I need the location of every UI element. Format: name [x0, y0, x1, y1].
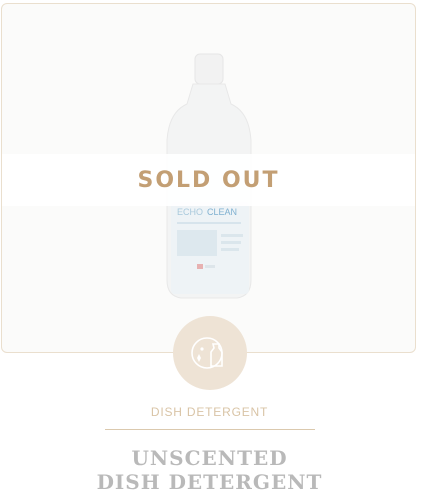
bottle-brand-clean: CLEAN	[207, 207, 237, 217]
bottle-brand: ECHO	[177, 207, 203, 217]
divider	[105, 429, 315, 430]
product-title-line-2: DISH DETERGENT	[96, 470, 323, 494]
product-title-line-1: UNSCENTED	[131, 446, 288, 470]
product-title[interactable]: UNSCENTED DISH DETERGENT	[0, 446, 419, 494]
category-badge	[173, 316, 247, 390]
product-card[interactable]: ECHO CLEAN SOLD OUT	[1, 3, 416, 353]
sold-out-banner: SOLD OUT	[2, 154, 415, 206]
sold-out-label: SOLD OUT	[137, 167, 280, 193]
product-category[interactable]: DISH DETERGENT	[0, 405, 419, 419]
dish-detergent-icon	[191, 337, 223, 369]
